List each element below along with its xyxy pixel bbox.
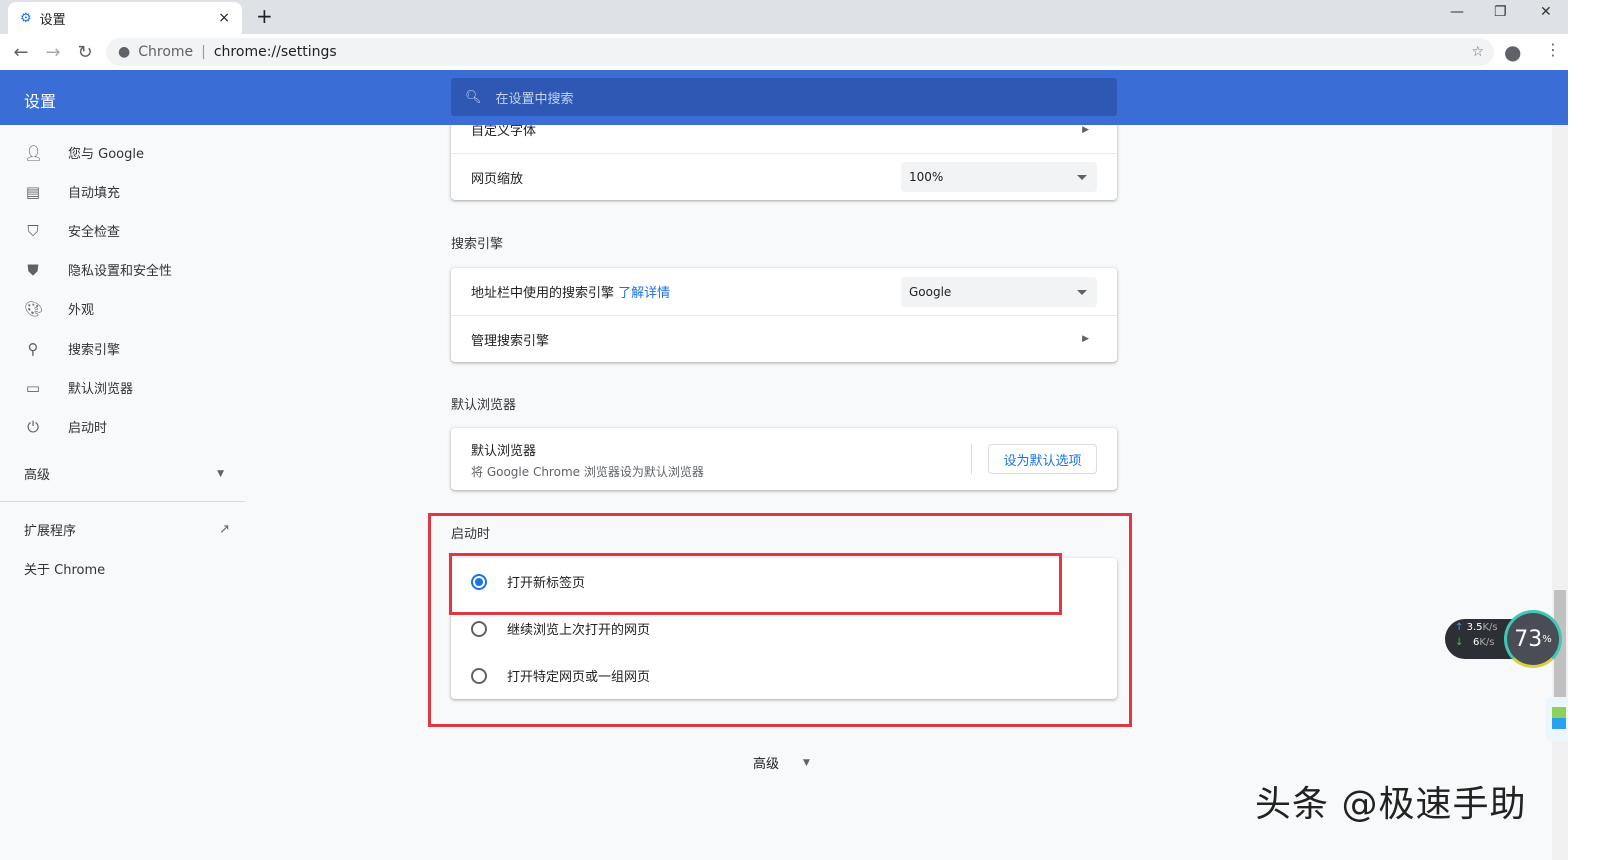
learn-more-link[interactable]: 了解详情 xyxy=(618,282,670,301)
scrollbar[interactable] xyxy=(1552,125,1568,860)
divider xyxy=(0,501,245,502)
sidebar-item-appearance[interactable]: 🎨︎ 外观 xyxy=(24,299,95,319)
close-window-button[interactable]: ✕ xyxy=(1540,4,1552,20)
minimize-button[interactable]: — xyxy=(1450,4,1464,20)
app-icon[interactable] xyxy=(1546,697,1568,741)
label: 网页缩放 xyxy=(471,171,524,187)
browser-icon: ▭ xyxy=(25,378,41,397)
label: 扩展程序 xyxy=(24,524,77,539)
tab-strip: ⚙ 设置 × + — ❐ ✕ xyxy=(0,0,1568,34)
omni-label: Chrome xyxy=(138,44,194,60)
search-icon: 🔍︎ xyxy=(465,89,482,105)
label: 隐私设置和安全性 xyxy=(68,264,173,279)
label: 安全检查 xyxy=(68,225,121,240)
label: 地址栏中使用的搜索引擎 xyxy=(471,286,615,301)
tab-title: 设置 xyxy=(39,12,66,28)
chrome-icon: ● xyxy=(118,44,131,60)
search-placeholder: 在设置中搜索 xyxy=(495,91,574,107)
page-zoom-row: 网页缩放 100% xyxy=(451,153,1117,200)
label: 高级 xyxy=(753,757,780,772)
chevron-right-icon: ▶ xyxy=(1082,125,1089,135)
divider: | xyxy=(201,44,206,60)
label: 默认浏览器 xyxy=(68,382,134,397)
chevron-down-icon: ▼ xyxy=(803,757,810,768)
star-icon[interactable]: ☆ xyxy=(1471,44,1484,60)
search-engine-row: 地址栏中使用的搜索引擎 了解详情 Google xyxy=(451,268,1117,315)
power-icon: ⏻ xyxy=(27,417,39,436)
subtitle: 将 Google Chrome 浏览器设为默认浏览器 xyxy=(471,465,704,479)
sidebar-item-google[interactable]: 👤︎ 您与 Google xyxy=(24,143,144,163)
highlight-box xyxy=(428,513,1132,727)
section-heading: 默认浏览器 xyxy=(451,398,517,413)
search-engine-card: 地址栏中使用的搜索引擎 了解详情 Google 管理搜索引擎 ▶ xyxy=(451,268,1117,362)
restore-button[interactable]: ❐ xyxy=(1494,4,1507,20)
label: 自动填充 xyxy=(68,186,121,201)
label: 关于 Chrome xyxy=(24,563,106,578)
sidebar-item-search-engine[interactable]: ⚲ 搜索引擎 xyxy=(24,339,121,359)
value: 100% xyxy=(909,170,944,184)
set-default-button[interactable]: 设为默认选项 xyxy=(988,444,1097,474)
page-title: 设置 xyxy=(24,92,57,111)
default-browser-card: 默认浏览器将 Google Chrome 浏览器设为默认浏览器 设为默认选项 xyxy=(451,428,1117,490)
profile-icon[interactable]: ● xyxy=(1504,40,1521,64)
watermark: 头条 @极速手助 xyxy=(1255,784,1527,825)
shield-check-icon: ⛉ xyxy=(27,221,39,240)
settings-main: 自定义字体 ▶ 网页缩放 100% 搜索引擎 地址栏中使用的搜索引擎 了解详情 Goo… xyxy=(245,125,1552,860)
palette-icon: 🎨︎ xyxy=(24,299,44,318)
title: 默认浏览器 xyxy=(471,444,537,459)
reload-icon[interactable]: ↻ xyxy=(69,42,101,63)
menu-icon[interactable]: ⋮ xyxy=(1545,40,1561,59)
label: 高级 xyxy=(24,468,51,483)
person-icon: 👤︎ xyxy=(24,143,44,162)
section-heading: 搜索引擎 xyxy=(451,237,504,252)
label: 搜索引擎 xyxy=(68,343,121,358)
gear-icon: ⚙ xyxy=(20,10,32,26)
back-icon[interactable]: ← xyxy=(5,42,37,63)
highlight-box xyxy=(449,553,1062,615)
sidebar-about[interactable]: 关于 Chrome xyxy=(24,559,105,578)
sidebar-item-safety-check[interactable]: ⛉ 安全检查 xyxy=(24,221,121,241)
url-text[interactable]: chrome://settings xyxy=(214,44,337,60)
shield-icon: ⛊ xyxy=(27,260,39,279)
label: 自定义字体 xyxy=(471,125,537,139)
search-engine-select[interactable]: Google xyxy=(901,276,1097,307)
sidebar-advanced[interactable]: 高级 ▼ xyxy=(24,464,224,483)
new-tab-button[interactable]: + xyxy=(256,4,273,28)
label: 外观 xyxy=(68,303,95,318)
chevron-down-icon: ▼ xyxy=(217,468,224,479)
chevron-right-icon: ▶ xyxy=(1082,334,1089,344)
external-link-icon: ↗ xyxy=(219,522,230,537)
label: 管理搜索引擎 xyxy=(471,333,550,349)
search-icon: ⚲ xyxy=(27,339,39,358)
divider xyxy=(971,444,972,474)
close-tab-button[interactable]: × xyxy=(218,10,230,26)
value: Google xyxy=(909,284,952,299)
sidebar-item-autofill[interactable]: ▤ 自动填充 xyxy=(24,182,121,202)
settings-header: 设置 🔍︎ 在设置中搜索 xyxy=(0,70,1568,125)
address-bar[interactable]: ● Chrome | chrome://settings ☆ xyxy=(106,38,1494,66)
forward-icon[interactable]: → xyxy=(37,42,69,63)
memory-gauge[interactable]: 73% xyxy=(1504,610,1562,668)
tab-settings[interactable]: ⚙ 设置 × xyxy=(8,2,242,34)
appearance-card: 自定义字体 ▶ 网页缩放 100% xyxy=(451,125,1117,200)
manage-search-engines-row[interactable]: 管理搜索引擎 ▶ xyxy=(451,315,1117,362)
label: 您与 Google xyxy=(68,147,144,162)
zoom-select[interactable]: 100% xyxy=(901,162,1097,192)
sidebar-item-startup[interactable]: ⏻ 启动时 xyxy=(24,417,108,437)
sidebar-item-privacy[interactable]: ⛊ 隐私设置和安全性 xyxy=(24,260,173,280)
default-browser-text: 默认浏览器将 Google Chrome 浏览器设为默认浏览器 xyxy=(471,440,704,480)
sidebar-extensions[interactable]: 扩展程序 ↗ xyxy=(24,520,230,539)
custom-fonts-row[interactable]: 自定义字体 ▶ xyxy=(451,125,1117,153)
sidebar: 👤︎ 您与 Google ▤ 自动填充 ⛉ 安全检查 ⛊ 隐私设置和安全性 🎨︎ 外观 ⚲… xyxy=(0,125,245,860)
search-input[interactable]: 🔍︎ 在设置中搜索 xyxy=(451,78,1117,116)
clipboard-icon: ▤ xyxy=(25,182,41,201)
advanced-toggle[interactable]: 高级 ▼ xyxy=(753,753,810,772)
label: 启动时 xyxy=(68,421,108,436)
sidebar-item-default-browser[interactable]: ▭ 默认浏览器 xyxy=(24,378,134,398)
